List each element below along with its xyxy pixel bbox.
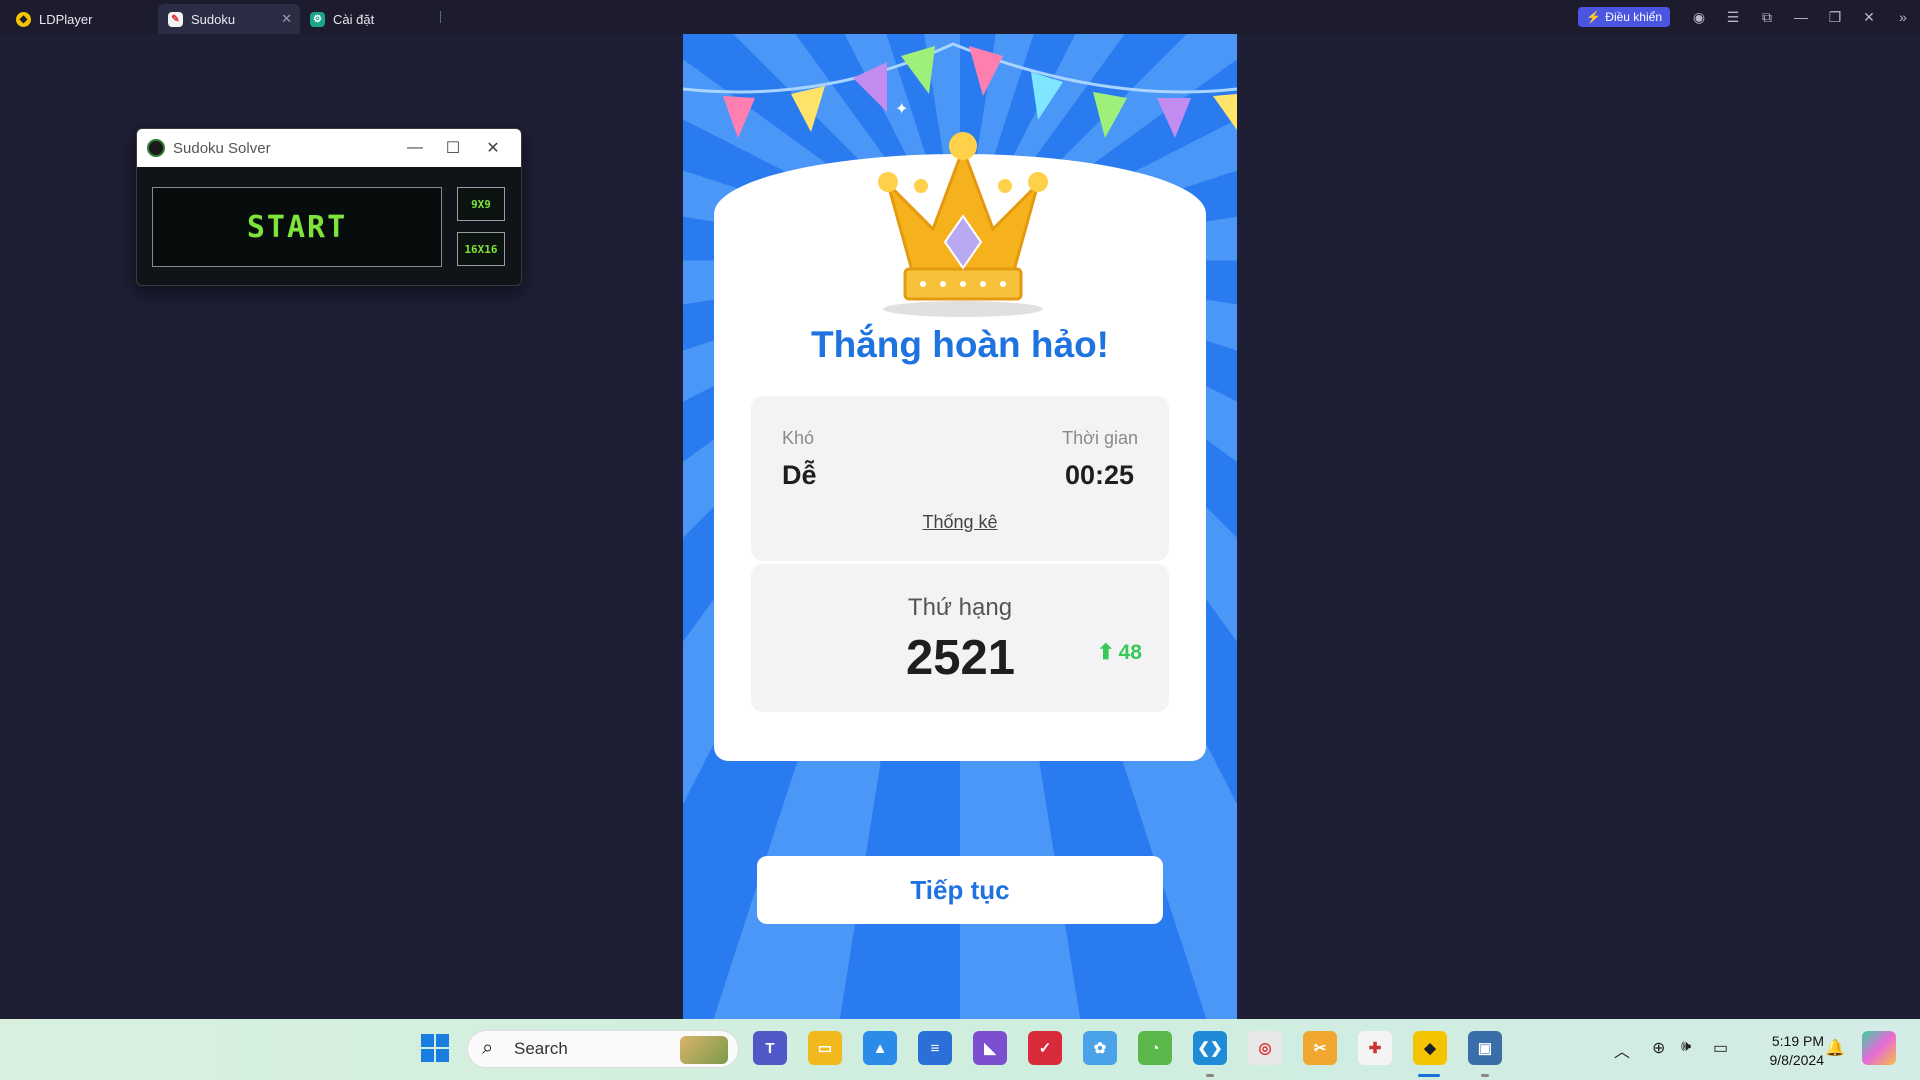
solver-title: Sudoku Solver bbox=[173, 139, 271, 157]
clock[interactable]: 5:19 PM 9/8/2024 bbox=[1770, 1032, 1825, 1070]
tools-app-icon[interactable]: ✂ bbox=[1303, 1031, 1337, 1065]
window-controls: ⚡ Điều khiển ◉ ☰ ⧉ — ❐ ✕ » bbox=[1578, 0, 1920, 34]
crown-icon bbox=[878, 132, 1048, 317]
red-check-app-icon[interactable]: ✓ bbox=[1028, 1031, 1062, 1065]
notification-bell-icon[interactable]: 🔔 bbox=[1825, 1038, 1845, 1058]
solver-title-bar[interactable]: Sudoku Solver — ☐ ✕ bbox=[137, 129, 521, 167]
tab-divider bbox=[440, 11, 441, 23]
solver-logo-icon bbox=[147, 139, 165, 157]
search-box[interactable]: ⌕ Search bbox=[467, 1030, 739, 1068]
control-button[interactable]: ⚡ Điều khiển bbox=[1578, 7, 1670, 27]
taskbar: ⌕ Search T ▭ ▲ ≡ ◣ ✓ ✿ ◔ ❮❯ ◎ ✂ ✚ ◆ ▣ ︿ … bbox=[0, 1019, 1920, 1080]
rank-value: 2521 bbox=[906, 631, 1016, 685]
paint-icon[interactable]: ✿ bbox=[1083, 1031, 1117, 1065]
account-icon[interactable]: ◉ bbox=[1682, 0, 1716, 34]
globe-network-icon[interactable]: ⊕ bbox=[1652, 1038, 1665, 1058]
size-16x16-button[interactable]: 16X16 bbox=[457, 232, 505, 266]
rank-label: Thứ hạng bbox=[907, 594, 1013, 621]
running-indicator bbox=[1481, 1074, 1489, 1077]
search-placeholder: Search bbox=[514, 1039, 568, 1058]
rank-change-value: 48 bbox=[1118, 640, 1142, 664]
maximize-icon[interactable]: ☐ bbox=[433, 129, 473, 167]
screen-mode-icon[interactable]: ⧉ bbox=[1750, 0, 1784, 34]
time-label: Thời gian bbox=[1062, 428, 1138, 448]
difficulty-label: Khó bbox=[782, 428, 815, 448]
svg-text:✦: ✦ bbox=[895, 101, 908, 118]
size-9x9-button[interactable]: 9X9 bbox=[457, 187, 505, 221]
time-value: 00:25 bbox=[1064, 460, 1134, 490]
photos-icon[interactable]: ▲ bbox=[863, 1031, 897, 1065]
ldplayer-taskbar-icon[interactable]: ◆ bbox=[1413, 1031, 1447, 1065]
minimize-icon[interactable]: — bbox=[1784, 0, 1818, 34]
restore-icon[interactable]: ❐ bbox=[1818, 0, 1852, 34]
battery-icon[interactable]: ▭ bbox=[1713, 1038, 1728, 1058]
lightning-icon: ⚡ bbox=[1586, 10, 1602, 24]
running-indicator bbox=[1206, 1074, 1214, 1077]
emulator-title-bar: ◆ LDPlayer ✎ Sudoku ✕ ⚙ Cài đặt ⚡ Điều k… bbox=[0, 0, 1920, 34]
continue-button[interactable]: Tiếp tục bbox=[757, 856, 1163, 924]
start-button[interactable]: START bbox=[152, 187, 442, 267]
minimize-icon[interactable]: — bbox=[395, 129, 435, 167]
teams-icon[interactable]: T bbox=[753, 1031, 787, 1065]
app-name: LDPlayer bbox=[39, 11, 93, 27]
clock-date: 9/8/2024 bbox=[1769, 1052, 1825, 1068]
volume-icon[interactable]: 🕪 bbox=[1681, 1038, 1691, 1056]
rank-box: Thứ hạng 2521 ⬆ 48 bbox=[751, 564, 1169, 712]
chrome-icon[interactable]: ◎ bbox=[1248, 1031, 1282, 1065]
win-title: Thắng hoàn hảo! bbox=[810, 324, 1110, 365]
control-button-label: Điều khiển bbox=[1605, 10, 1662, 24]
tab-settings[interactable]: ⚙ Cài đặt bbox=[300, 4, 440, 34]
game-screen: ✦ Thắng hoàn hảo! Khó Dễ Thời gian 00:25… bbox=[683, 34, 1237, 1019]
close-tab-icon[interactable]: ✕ bbox=[281, 11, 292, 27]
python-window-icon[interactable]: ▣ bbox=[1468, 1031, 1502, 1065]
clock-time: 5:19 PM bbox=[1771, 1033, 1824, 1049]
expand-sidebar-icon[interactable]: » bbox=[1886, 0, 1920, 34]
snipping-tool-icon[interactable]: ✚ bbox=[1358, 1031, 1392, 1065]
stats-box: Khó Dễ Thời gian 00:25 Thống kê bbox=[751, 396, 1169, 561]
visual-studio-icon[interactable]: ◣ bbox=[973, 1031, 1007, 1065]
arrow-up-icon: ⬆ bbox=[1097, 641, 1115, 664]
rank-change: ⬆ 48 bbox=[1097, 640, 1142, 665]
tab-label: Cài đặt bbox=[333, 11, 375, 27]
statistics-link[interactable]: Thống kê bbox=[751, 512, 1169, 533]
green-app-icon[interactable]: ◔ bbox=[1138, 1031, 1172, 1065]
active-indicator bbox=[1418, 1074, 1440, 1077]
search-highlight-image bbox=[680, 1036, 728, 1064]
close-icon[interactable]: ✕ bbox=[473, 129, 513, 167]
menu-icon[interactable]: ☰ bbox=[1716, 0, 1750, 34]
tab-sudoku[interactable]: ✎ Sudoku ✕ bbox=[158, 4, 300, 34]
search-icon: ⌕ bbox=[482, 1037, 494, 1059]
ldplayer-logo-icon: ◆ bbox=[16, 11, 31, 27]
file-explorer-icon[interactable]: ▭ bbox=[808, 1031, 842, 1065]
tab-label: Sudoku bbox=[191, 11, 236, 27]
chevron-up-icon[interactable]: ︿ bbox=[1614, 1038, 1630, 1062]
copilot-icon[interactable] bbox=[1862, 1031, 1896, 1065]
app-tab-ldplayer[interactable]: ◆ LDPlayer bbox=[0, 4, 158, 34]
sudoku-app-icon: ✎ bbox=[168, 11, 183, 27]
settings-gear-icon: ⚙ bbox=[310, 11, 325, 27]
notepad-icon[interactable]: ≡ bbox=[918, 1031, 952, 1065]
close-icon[interactable]: ✕ bbox=[1852, 0, 1886, 34]
windows-start-icon[interactable] bbox=[418, 1031, 452, 1065]
difficulty-value: Dễ bbox=[782, 460, 817, 490]
sudoku-solver-window: Sudoku Solver — ☐ ✕ START 9X9 16X16 bbox=[136, 128, 522, 286]
vscode-icon[interactable]: ❮❯ bbox=[1193, 1031, 1227, 1065]
